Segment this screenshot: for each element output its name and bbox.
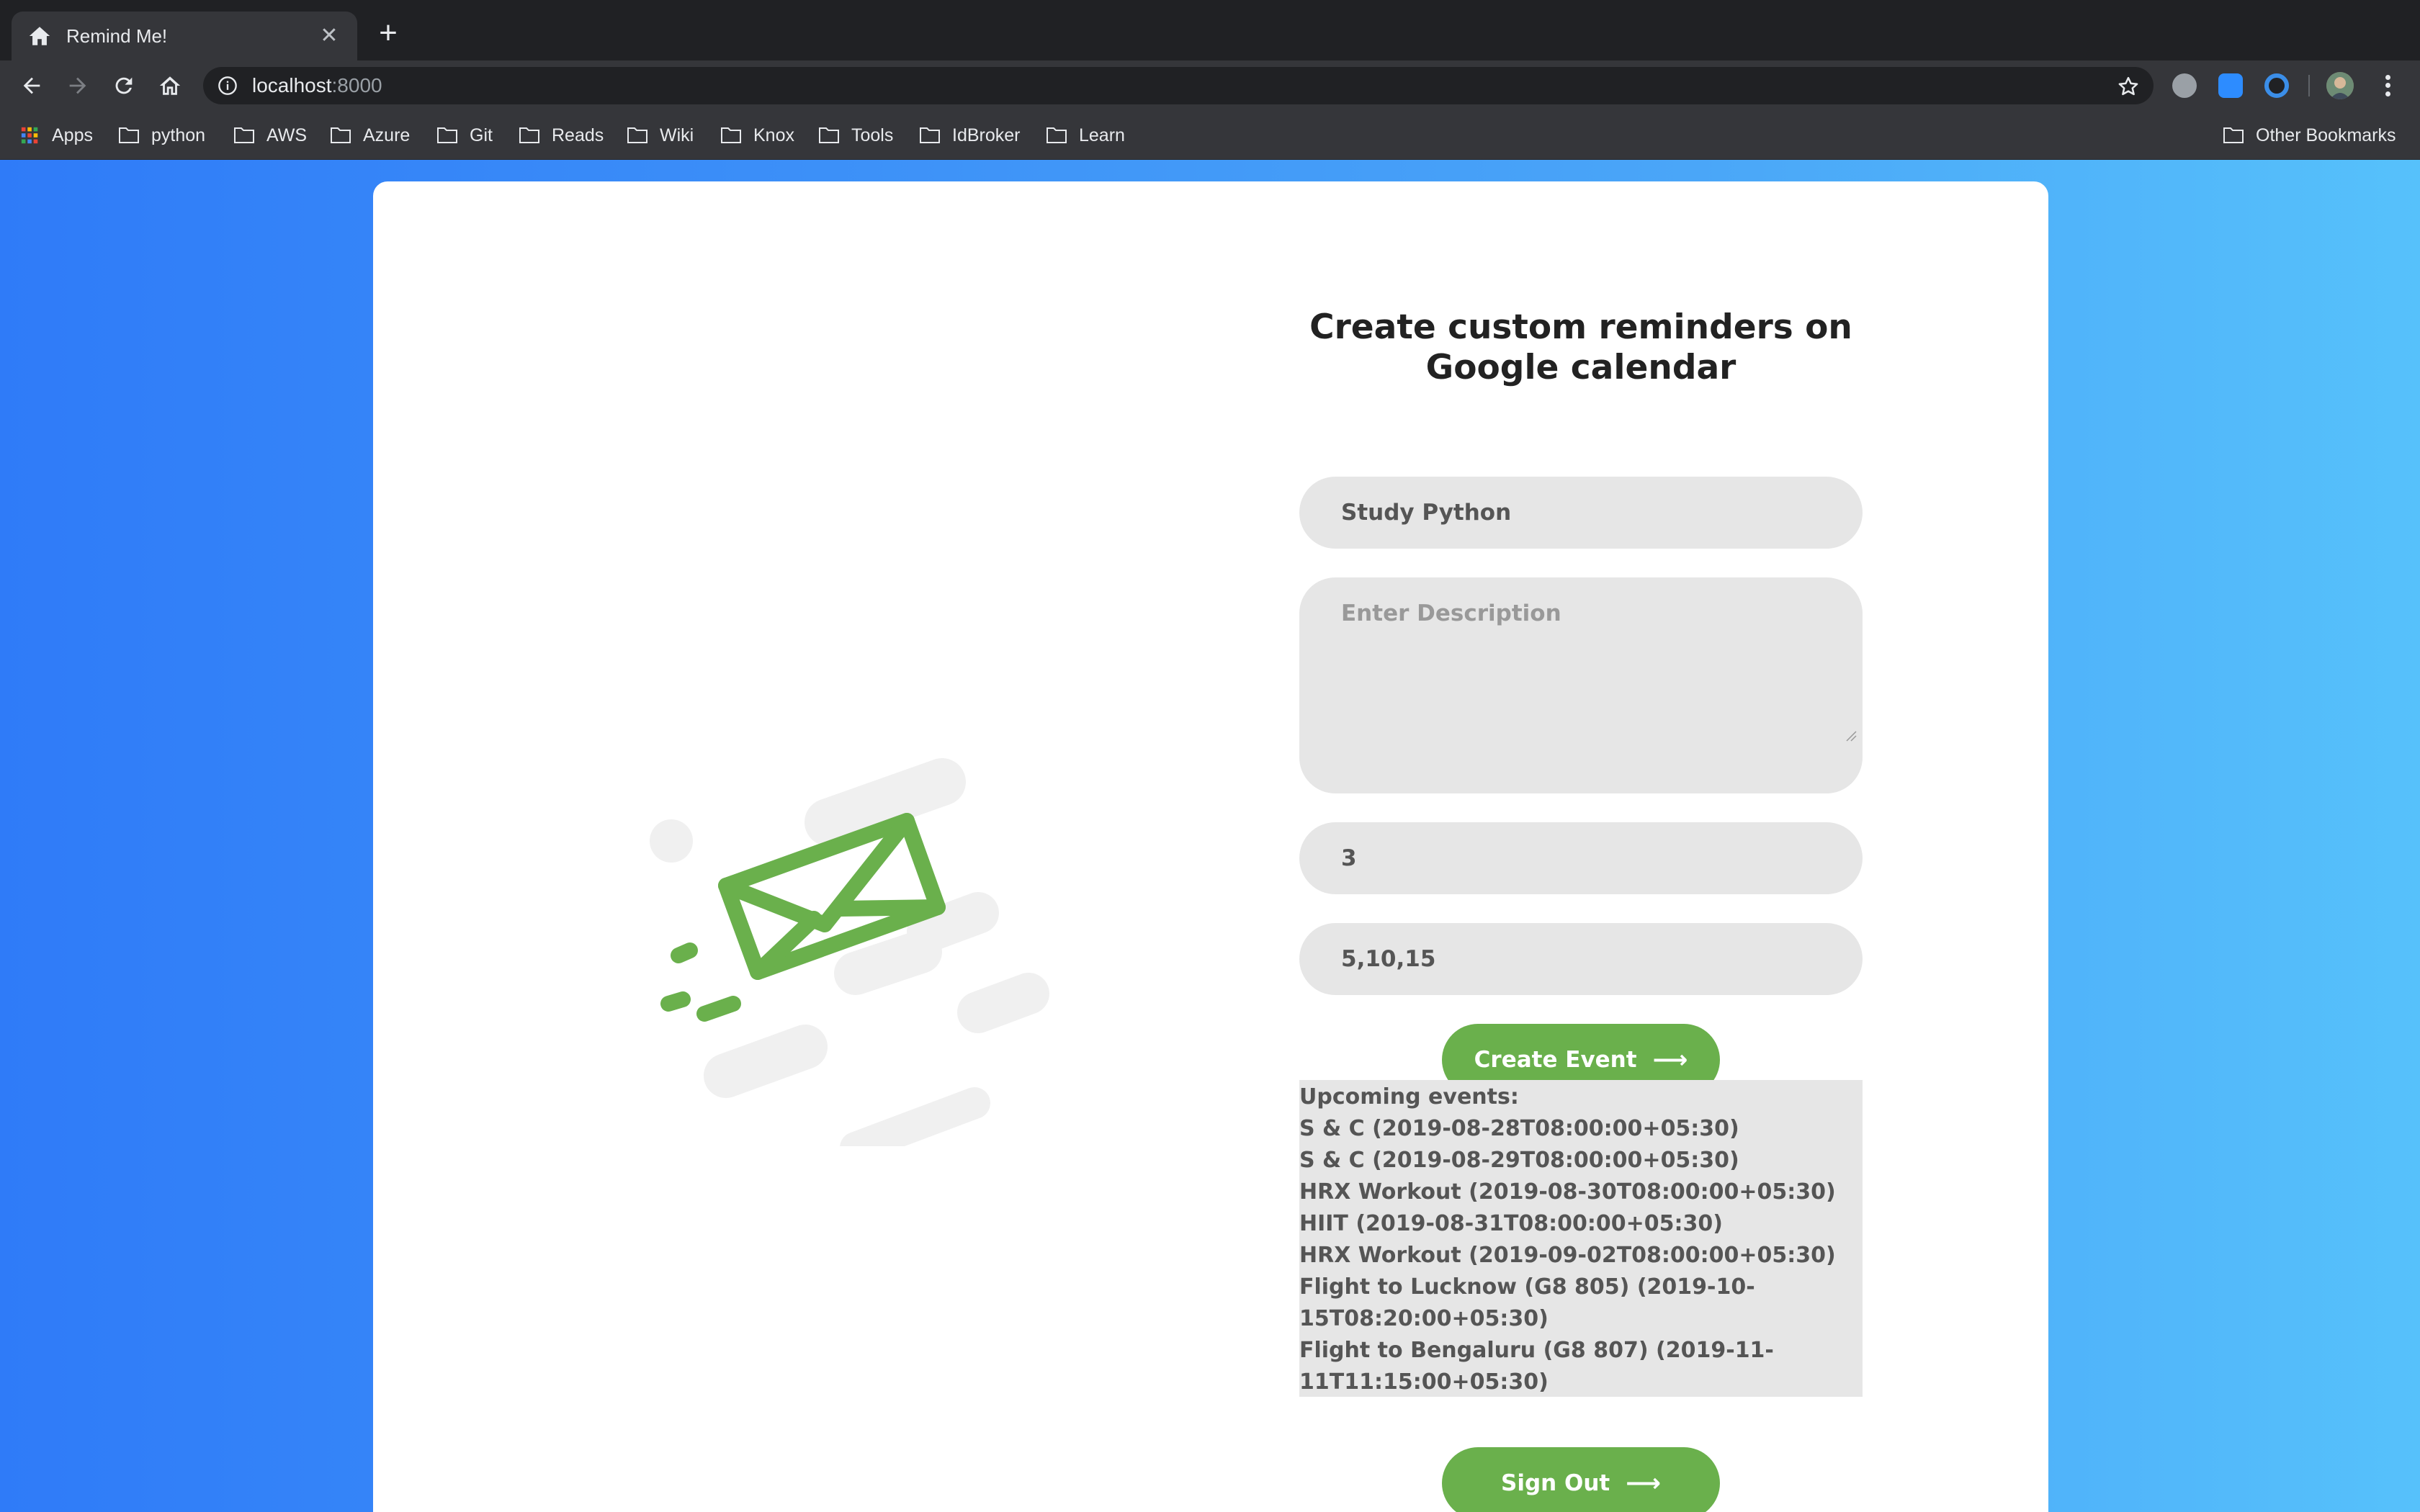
bookmark-folder-learn[interactable]: Learn [1046, 121, 1125, 150]
home-button[interactable] [153, 68, 187, 103]
bookmarks-bar: Apps python AWS Azure Git Reads Wiki Kno… [0, 111, 2420, 160]
forward-button[interactable] [60, 68, 95, 103]
upcoming-events-panel: Upcoming events: S & C (2019-08-28T08:00… [1299, 1080, 1863, 1397]
bookmark-folder-knox[interactable]: Knox [720, 121, 794, 150]
event-line: 15T08:20:00+05:30) [1299, 1306, 1549, 1331]
folder-icon [119, 127, 139, 143]
tab-strip: Remind Me! ✕ + [0, 0, 2420, 60]
apps-grid-icon [21, 127, 38, 144]
bookmark-label: Other Bookmarks [2256, 125, 2396, 145]
folder-icon [627, 127, 647, 143]
bookmark-folder-aws[interactable]: AWS [233, 121, 307, 150]
event-line: 11T11:15:00+05:30) [1299, 1369, 1549, 1395]
home-icon [29, 27, 50, 45]
days-input[interactable] [1299, 822, 1863, 894]
bookmark-folder-other[interactable]: Other Bookmarks [2223, 121, 2396, 150]
bookmark-label: Azure [363, 125, 411, 145]
arrow-right-icon: ⟶ [1652, 1045, 1688, 1074]
bookmark-label: Learn [1079, 125, 1125, 145]
arrow-right-icon: ⟶ [1626, 1469, 1661, 1498]
bookmark-label: AWS [266, 125, 308, 145]
bookmark-folder-wiki[interactable]: Wiki [627, 121, 694, 150]
url-text: localhost:8000 [252, 74, 382, 96]
description-textarea[interactable] [1299, 577, 1863, 793]
toolbar-divider [2308, 75, 2310, 96]
bookmark-label: Wiki [660, 125, 694, 145]
bookmark-label: Reads [552, 125, 604, 145]
main-card: Create custom reminders on Google calenda… [373, 181, 2048, 1512]
home-outline-icon [159, 76, 181, 95]
event-line: HRX Workout (2019-08-30T08:00:00+05:30) [1299, 1179, 1836, 1205]
back-button[interactable] [14, 68, 49, 103]
sign-out-label: Sign Out [1501, 1470, 1610, 1496]
browser-tab[interactable]: Remind Me! ✕ [12, 12, 357, 60]
browser-menu-icon[interactable] [2377, 71, 2398, 101]
close-tab-icon[interactable]: ✕ [317, 24, 341, 48]
bookmark-label: Apps [52, 125, 93, 145]
bookmark-label: Tools [851, 125, 894, 145]
page-background: Create custom reminders on Google calenda… [0, 160, 2420, 1512]
bookmark-apps[interactable]: Apps [20, 121, 93, 150]
events-heading: Upcoming events: [1299, 1084, 1519, 1110]
resize-grip-icon[interactable] [1845, 730, 1857, 742]
new-tab-button[interactable]: + [372, 17, 405, 50]
bookmark-label: Knox [753, 125, 794, 145]
event-line: Flight to Lucknow (G8 805) (2019-10- [1299, 1274, 1755, 1300]
folder-icon [437, 127, 457, 143]
folder-icon [721, 127, 741, 143]
info-icon[interactable] [218, 76, 238, 96]
zoom-extension-icon[interactable] [2218, 73, 2243, 98]
reminder-minutes-input[interactable] [1299, 923, 1863, 995]
sign-out-button[interactable]: Sign Out ⟶ [1442, 1447, 1720, 1512]
address-bar[interactable]: localhost:8000 [203, 67, 2154, 104]
bookmark-folder-reads[interactable]: Reads [519, 121, 604, 150]
forward-arrow-icon [69, 77, 86, 94]
avatar-image [2326, 72, 2354, 99]
folder-icon [234, 127, 254, 143]
folder-icon [920, 127, 940, 143]
back-arrow-icon [23, 77, 40, 94]
folder-icon [519, 127, 539, 143]
folder-icon [1047, 127, 1067, 143]
tab-title: Remind Me! [66, 24, 168, 47]
event-line: S & C (2019-08-29T08:00:00+05:30) [1299, 1148, 1739, 1173]
summary-input[interactable] [1299, 477, 1863, 549]
folder-icon [331, 127, 351, 143]
bookmark-folder-git[interactable]: Git [436, 121, 493, 150]
folder-icon [819, 127, 839, 143]
extension-ring-icon[interactable] [2264, 73, 2289, 98]
bookmark-label: Git [470, 125, 493, 145]
bookmark-folder-azure[interactable]: Azure [330, 121, 410, 150]
folder-icon [2223, 127, 2244, 143]
bookmark-folder-tools[interactable]: Tools [818, 121, 893, 150]
page-title: Create custom reminders on Google calenda… [1309, 307, 1852, 387]
event-line: HRX Workout (2019-09-02T08:00:00+05:30) [1299, 1243, 1836, 1268]
bookmark-folder-idbroker[interactable]: IdBroker [919, 121, 1020, 150]
create-event-label: Create Event [1474, 1047, 1637, 1073]
bookmark-folder-python[interactable]: python [118, 121, 205, 150]
reload-icon [115, 77, 133, 94]
bookmark-star-icon[interactable] [2118, 76, 2139, 97]
extension-hand-icon[interactable] [2172, 73, 2197, 98]
envelope-illustration [650, 758, 1049, 1146]
profile-avatar[interactable] [2326, 72, 2354, 99]
event-line: Flight to Bengaluru (G8 807) (2019-11- [1299, 1338, 1774, 1363]
bookmark-label: python [151, 125, 206, 145]
browser-toolbar: localhost:8000 [0, 60, 2420, 111]
reload-button[interactable] [107, 68, 141, 103]
event-line: HIIT (2019-08-31T08:00:00+05:30) [1299, 1211, 1723, 1236]
bookmark-label: IdBroker [952, 125, 1021, 145]
event-line: S & C (2019-08-28T08:00:00+05:30) [1299, 1116, 1739, 1141]
